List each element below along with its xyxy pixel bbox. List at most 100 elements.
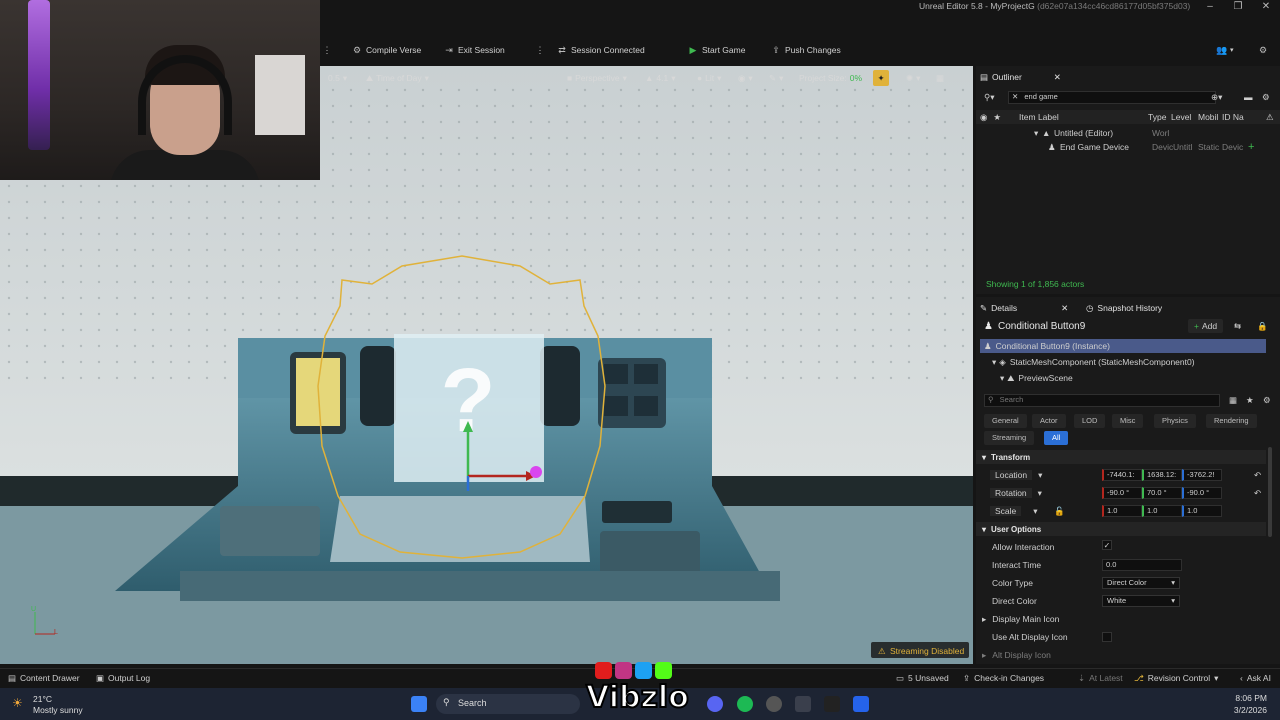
camera-speed-dropdown[interactable]: 0.5 ▾ — [328, 70, 347, 86]
scale-lock-icon[interactable]: 🔓 — [1054, 504, 1065, 518]
interact-time-field[interactable]: 0.0 — [1102, 559, 1182, 571]
exit-session-button[interactable]: ⇥ Exit Session — [444, 43, 505, 57]
add-icon[interactable]: + — [1248, 141, 1254, 153]
settings-button[interactable]: ⚙ — [1258, 43, 1268, 57]
snap-toggle-button[interactable]: ✦ — [873, 70, 889, 86]
transform-section-header[interactable]: ▾ Transform — [976, 450, 1266, 464]
scale-z-field[interactable]: 1.0 — [1182, 505, 1222, 517]
start-game-button[interactable]: ▶ Start Game — [688, 43, 746, 57]
users-button[interactable]: 👥 ▾ — [1216, 43, 1234, 57]
content-drawer-button[interactable]: ▤ Content Drawer — [8, 672, 80, 684]
at-latest-button[interactable]: ⇣ At Latest — [1078, 672, 1123, 684]
epic-games-icon[interactable] — [824, 696, 840, 712]
location-dropdown[interactable]: Location ▾ — [990, 468, 1042, 482]
tab-snapshot-history[interactable]: ◷ Snapshot History — [1086, 301, 1162, 315]
viewport-settings-dropdown[interactable]: ✺ ▾ — [906, 70, 920, 86]
location-x-field[interactable]: -7440.1: — [1102, 469, 1142, 481]
tab-details[interactable]: ✎ Details ✕ — [980, 301, 1068, 315]
chip-physics[interactable]: Physics — [1154, 414, 1196, 428]
perspective-dropdown[interactable]: ■ Perspective ▾ — [567, 70, 627, 86]
taskbar-search[interactable]: ⚲ Search — [436, 694, 580, 714]
user-options-section-header[interactable]: ▾ User Options — [976, 522, 1266, 536]
clear-search-icon[interactable]: ✕ — [1012, 92, 1018, 101]
minimize-button[interactable]: – — [1198, 1, 1222, 13]
component-row-preview[interactable]: ▾ ⛰ PreviewScene — [980, 371, 1073, 385]
clock[interactable]: 8:06 PM 3/2/2026 — [1225, 693, 1267, 715]
lit-dropdown[interactable]: ● Lit ▾ — [697, 70, 721, 86]
lock-icon[interactable]: 🔒 — [1257, 319, 1268, 333]
expand-icon[interactable]: ▾ — [1034, 128, 1038, 139]
expand-icon[interactable]: ▾ — [1000, 373, 1004, 384]
outliner-search-input[interactable]: ✕ end game — [1008, 91, 1216, 104]
scale-x-field[interactable]: 1.0 — [1102, 505, 1142, 517]
reset-rotation-button[interactable]: ↶ — [1254, 486, 1261, 500]
add-component-button[interactable]: + Add — [1188, 319, 1224, 333]
push-changes-button[interactable]: ⇪ Push Changes — [771, 43, 841, 57]
close-icon[interactable]: ✕ — [1054, 72, 1061, 83]
output-log-button[interactable]: ▣ Output Log — [96, 672, 150, 684]
rotation-y-field[interactable]: 70.0 ° — [1142, 487, 1182, 499]
unsaved-button[interactable]: ▭ 5 Unsaved — [896, 672, 949, 684]
spotify-icon[interactable] — [737, 696, 753, 712]
time-of-day-dropdown[interactable]: ⛰ Time of Day ▾ — [366, 70, 429, 86]
chip-lod[interactable]: LOD — [1074, 414, 1106, 428]
reset-location-button[interactable]: ↶ — [1254, 468, 1261, 482]
outliner-settings-button[interactable]: ⚙ — [1262, 90, 1270, 104]
maximize-button[interactable]: ❐ — [1226, 1, 1250, 13]
folder-icon[interactable]: ▬ — [1244, 90, 1253, 104]
windows-start-icon[interactable] — [411, 696, 427, 712]
direct-color-dropdown[interactable]: White ▾ — [1102, 595, 1180, 607]
alt-display-icon-row[interactable]: ▸ Alt Display Icon — [982, 648, 1051, 662]
revision-control-button[interactable]: ⎇ Revision Control ▾ — [1134, 672, 1218, 684]
component-row-mesh[interactable]: ▾ ◈ StaticMeshComponent (StaticMeshCompo… — [980, 355, 1195, 369]
chip-all[interactable]: All — [1044, 431, 1069, 445]
blueprint-button[interactable]: ⇆ — [1234, 319, 1241, 333]
details-search-input[interactable]: ⚲ Search — [984, 394, 1220, 407]
weather-widget[interactable]: ☀ 21°C Mostly sunny — [10, 693, 90, 717]
unreal-icon[interactable] — [795, 696, 811, 712]
expand-icon[interactable]: ▾ — [992, 357, 996, 368]
col-type[interactable]: Type — [1148, 112, 1166, 122]
details-scrollbar[interactable] — [1268, 447, 1272, 537]
allow-interaction-checkbox[interactable]: ✓ — [1102, 540, 1112, 550]
table-view-button[interactable]: ▦ — [1229, 393, 1237, 407]
filter-button[interactable]: ⚲▾ — [984, 90, 995, 104]
chip-streaming[interactable]: Streaming — [984, 431, 1035, 445]
col-id-name[interactable]: ID Na — [1222, 112, 1244, 122]
scale-y-field[interactable]: 1.0 — [1142, 505, 1182, 517]
compile-verse-button[interactable]: ⚙ Compile Verse — [352, 43, 421, 57]
rotation-dropdown[interactable]: Rotation ▾ — [990, 486, 1042, 500]
tab-outliner[interactable]: ▤ Outliner ✕ — [980, 70, 1061, 84]
close-window-button[interactable]: ✕ — [1254, 1, 1278, 13]
fortnite-icon[interactable] — [853, 696, 869, 712]
rotation-z-field[interactable]: -90.0 ° — [1182, 487, 1222, 499]
color-type-dropdown[interactable]: Direct Color ▾ — [1102, 577, 1180, 589]
col-level[interactable]: Level — [1171, 112, 1191, 122]
location-y-field[interactable]: 1638.12: — [1142, 469, 1182, 481]
favorite-button[interactable]: ★ — [1246, 393, 1254, 407]
add-filter-button[interactable]: ⊕▾ — [1211, 90, 1222, 104]
layout-button[interactable]: ▦ — [936, 70, 944, 86]
discord-icon[interactable] — [707, 696, 723, 712]
component-row-instance[interactable]: ♟ Conditional Button9 (Instance) — [980, 339, 1266, 353]
col-mobility[interactable]: Mobil — [1198, 112, 1218, 122]
scale-dropdown[interactable]: Scale ▾ — [990, 504, 1038, 518]
realtime-dropdown[interactable]: ✎ ▾ — [769, 70, 783, 86]
details-settings-button[interactable]: ⚙ — [1263, 393, 1271, 407]
chrome-icon[interactable] — [766, 696, 782, 712]
display-main-icon-row[interactable]: ▸ Display Main Icon — [982, 612, 1059, 626]
show-dropdown[interactable]: ◉ ▾ — [738, 70, 753, 86]
col-item-label[interactable]: Item Label — [1019, 112, 1059, 122]
chip-general[interactable]: General — [984, 414, 1027, 428]
close-icon[interactable]: ✕ — [1061, 303, 1068, 314]
rotation-x-field[interactable]: -90.0 ° — [1102, 487, 1142, 499]
more-options-button[interactable]: ⋮ — [535, 43, 545, 57]
table-row[interactable]: ♟ End Game Device Devic Untitl Static De… — [976, 140, 1280, 154]
chip-actor[interactable]: Actor — [1032, 414, 1066, 428]
table-row[interactable]: ▾ ▲ Untitled (Editor) Worl — [976, 126, 1280, 140]
chip-misc[interactable]: Misc — [1112, 414, 1144, 428]
ask-ai-button[interactable]: ‹ Ask AI — [1240, 672, 1271, 684]
location-z-field[interactable]: -3762.2! — [1182, 469, 1222, 481]
use-alt-display-icon-checkbox[interactable] — [1102, 632, 1112, 642]
session-connected-status[interactable]: ⇄ Session Connected — [557, 43, 645, 57]
